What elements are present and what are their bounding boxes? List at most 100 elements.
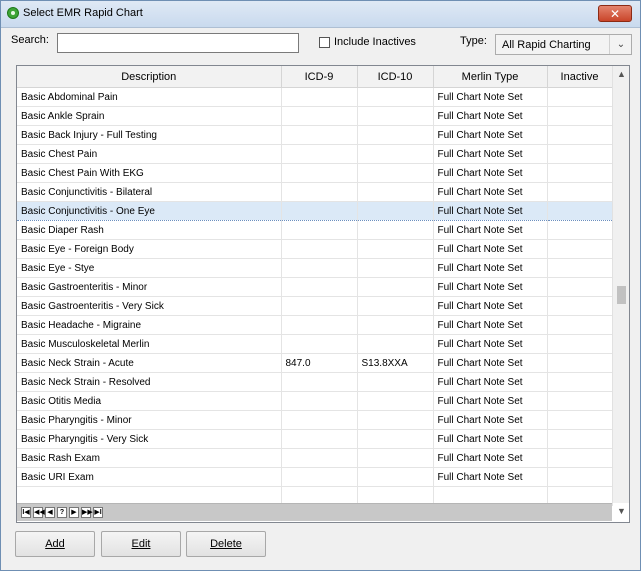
table-row[interactable]: Basic Headache - Migraine Full Chart Note… xyxy=(17,315,613,335)
cell-icd10 xyxy=(357,144,434,164)
cell-merlin-type: Full Chart Note Set xyxy=(433,334,548,354)
table-row[interactable]: Basic Abdominal Pain Full Chart Note Set xyxy=(17,87,613,107)
table-row[interactable]: Basic Chest Pain With EKG Full Chart Note… xyxy=(17,163,613,183)
cell-icd9 xyxy=(281,201,358,221)
edit-button[interactable]: Edit xyxy=(101,531,181,557)
next-page-button[interactable]: ▶▶ xyxy=(81,507,93,518)
column-header-icd9[interactable]: ICD-9 xyxy=(281,66,358,88)
cell-icd9: 847.0 xyxy=(281,353,358,373)
cell-inactive xyxy=(547,239,613,259)
column-header-icd10[interactable]: ICD-10 xyxy=(357,66,434,88)
cell-description: Basic Pharyngitis - Very Sick xyxy=(17,429,282,449)
delete-button-label: Delete xyxy=(210,538,242,550)
table-header-row: Description ICD-9 ICD-10 Merlin Type Inactiv… xyxy=(17,66,613,88)
table-row[interactable]: Basic Pharyngitis - Very Sick Full Chart … xyxy=(17,429,613,449)
type-label: Type: xyxy=(460,35,487,47)
cell-merlin-type: Full Chart Note Set xyxy=(433,144,548,164)
cell-inactive xyxy=(547,315,613,335)
cell-inactive xyxy=(547,334,613,354)
table-row[interactable]: Basic Ankle Sprain Full Chart Note Set xyxy=(17,106,613,126)
table-row[interactable]: Basic Rash Exam Full Chart Note Set xyxy=(17,448,613,468)
last-record-button[interactable]: ▶I xyxy=(93,507,103,518)
table-row[interactable]: Basic Conjunctivitis - One Eye Full Chart… xyxy=(17,201,613,221)
table-row[interactable]: Basic Musculoskeletal Merlin Full Chart N… xyxy=(17,334,613,354)
column-header-description[interactable]: Description xyxy=(17,66,282,88)
column-header-merlin-type[interactable]: Merlin Type xyxy=(433,66,548,88)
cell-description: Basic Gastroenteritis - Minor xyxy=(17,277,282,297)
cell-icd9 xyxy=(281,391,358,411)
cell-description: Basic Back Injury - Full Testing xyxy=(17,125,282,145)
cell-inactive xyxy=(547,258,613,278)
table-row[interactable]: Basic Conjunctivitis - Bilateral Full Cha… xyxy=(17,182,613,202)
next-record-button[interactable]: ▶ xyxy=(69,507,79,518)
table-row[interactable]: Basic Gastroenteritis - Minor Full Chart … xyxy=(17,277,613,297)
scroll-up-icon[interactable]: ▲ xyxy=(613,69,629,79)
include-inactives-checkbox[interactable] xyxy=(319,37,330,48)
cell-merlin-type: Full Chart Note Set xyxy=(433,467,548,487)
cell-description: Basic Rash Exam xyxy=(17,448,282,468)
cell-inactive xyxy=(547,353,613,373)
cell-icd10 xyxy=(357,201,434,221)
cell-description: Basic Neck Strain - Resolved xyxy=(17,372,282,392)
scrollbar-thumb[interactable] xyxy=(617,286,626,304)
cell-merlin-type: Full Chart Note Set xyxy=(433,315,548,335)
cell-description: Basic Otitis Media xyxy=(17,391,282,411)
cell-merlin-type: Full Chart Note Set xyxy=(433,163,548,183)
scroll-down-icon[interactable]: ▼ xyxy=(613,506,629,516)
cell-icd10 xyxy=(357,372,434,392)
cell-inactive xyxy=(547,144,613,164)
table-row[interactable]: Basic Neck Strain - Resolved Full Chart N… xyxy=(17,372,613,392)
cell-icd10 xyxy=(357,391,434,411)
table-row[interactable]: Basic Diaper Rash Full Chart Note Set xyxy=(17,220,613,240)
cell-icd9 xyxy=(281,296,358,316)
go-to-record-button[interactable]: ? xyxy=(57,507,67,518)
table-row[interactable]: Basic Otitis Media Full Chart Note Set xyxy=(17,391,613,411)
table-row[interactable]: Basic Eye - Stye Full Chart Note Set xyxy=(17,258,613,278)
previous-page-button[interactable]: ◀◀ xyxy=(33,507,45,518)
cell-inactive xyxy=(547,182,613,202)
cell-merlin-type: Full Chart Note Set xyxy=(433,87,548,107)
search-input[interactable] xyxy=(57,33,299,53)
cell-inactive xyxy=(547,201,613,221)
column-header-inactive[interactable]: Inactive xyxy=(547,66,613,88)
table-row[interactable]: Basic URI Exam Full Chart Note Set xyxy=(17,467,613,487)
cell-icd10 xyxy=(357,277,434,297)
chevron-down-icon[interactable]: ⌄ xyxy=(609,35,632,54)
cell-merlin-type: Full Chart Note Set xyxy=(433,220,548,240)
cell-merlin-type: Full Chart Note Set xyxy=(433,239,548,259)
include-inactives-label[interactable]: Include Inactives xyxy=(334,36,416,48)
delete-button[interactable]: Delete xyxy=(186,531,266,557)
table-row[interactable]: Basic Gastroenteritis - Very Sick Full Ch… xyxy=(17,296,613,316)
table-row[interactable]: Basic Chest Pain Full Chart Note Set xyxy=(17,144,613,164)
cell-icd9 xyxy=(281,106,358,126)
cell-icd10 xyxy=(357,182,434,202)
cell-merlin-type: Full Chart Note Set xyxy=(433,429,548,449)
cell-merlin-type: Full Chart Note Set xyxy=(433,296,548,316)
table-row[interactable]: Basic Back Injury - Full Testing Full Cha… xyxy=(17,125,613,145)
cell-icd10 xyxy=(357,334,434,354)
cell-inactive xyxy=(547,87,613,107)
vertical-scrollbar[interactable]: ▲ ▼ xyxy=(612,66,629,516)
cell-merlin-type: Full Chart Note Set xyxy=(433,258,548,278)
search-label: Search: xyxy=(11,34,49,46)
add-button[interactable]: Add xyxy=(15,531,95,557)
cell-description: Basic Eye - Foreign Body xyxy=(17,239,282,259)
cell-icd10 xyxy=(357,467,434,487)
close-button[interactable]: ✕ xyxy=(598,5,632,22)
cell-icd10 xyxy=(357,315,434,335)
cell-icd9 xyxy=(281,220,358,240)
rapid-chart-grid: Description ICD-9 ICD-10 Merlin Type Inactiv… xyxy=(16,65,630,523)
cell-icd10 xyxy=(357,429,434,449)
cell-description: Basic Ankle Sprain xyxy=(17,106,282,126)
table-row[interactable]: Basic Eye - Foreign Body Full Chart Note … xyxy=(17,239,613,259)
cell-description: Basic Gastroenteritis - Very Sick xyxy=(17,296,282,316)
cell-inactive xyxy=(547,296,613,316)
cell-icd9 xyxy=(281,258,358,278)
table-row[interactable]: Basic Pharyngitis - Minor Full Chart Note… xyxy=(17,410,613,430)
type-dropdown[interactable]: All Rapid Charting ⌄ xyxy=(495,34,632,55)
first-record-button[interactable]: I◀ xyxy=(21,507,31,518)
table-row[interactable]: Basic Neck Strain - Acute 847.0 S13.8XXA Fu… xyxy=(17,353,613,373)
cell-description: Basic Conjunctivitis - Bilateral xyxy=(17,182,282,202)
previous-record-button[interactable]: ◀ xyxy=(45,507,55,518)
cell-description: Basic Eye - Stye xyxy=(17,258,282,278)
